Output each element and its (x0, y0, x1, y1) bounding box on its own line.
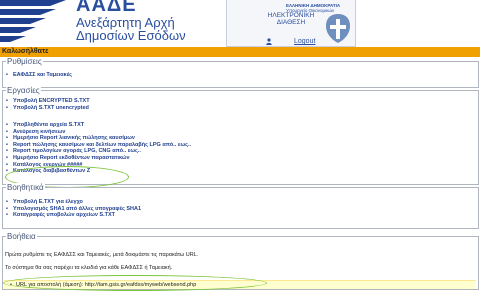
tasks-upload-list: Υποβολή ENCRYPTED S.TXT Υποβολή S.TXT un… (3, 98, 90, 111)
link-test-etxt[interactable]: Υποβολή Ε.ΤΧΤ για έλεγχο (3, 199, 141, 206)
greek-emblem-icon (326, 14, 350, 43)
settings-list: ΕΑΦΔΣΣ και Ταμειακές (3, 72, 72, 79)
portal-line2: ΔΙΑΘΕΣΗ (276, 19, 306, 26)
url-highlight-bar: URL για αποστολή (άμεση): http://tam.gsi… (4, 280, 476, 289)
user-icon (266, 38, 272, 45)
help-text-2: Το σύστημα θα σας παρέχει τα κλειδιά για… (5, 265, 173, 271)
link-eafdss-tameiakes[interactable]: ΕΑΦΔΣΣ και Ταμειακές (3, 72, 72, 79)
link-find-transactions[interactable]: Ανεύρεση κινήσεων (3, 129, 191, 136)
link-sha1-calc[interactable]: Υπολογισμός SHA1 από άλλες υπογραφές SHA… (3, 206, 141, 213)
site-header: ΑΑΔΕ Ανεξάρτητη Αρχή Δημοσίων Εσόδων ΕΛΛ… (0, 0, 480, 47)
section-tasks: Εργασίες Υποβολή ENCRYPTED S.TXT Υποβολή… (2, 86, 479, 185)
brand-subtitle: Ανεξάρτητη Αρχή Δημοσίων Εσόδων (76, 16, 186, 42)
aade-logo (0, 0, 66, 47)
brand-subtitle-line2: Δημοσίων Εσόδων (76, 28, 186, 43)
section-utilities-title: Βοηθητικά (6, 183, 45, 192)
help-text-1: Πρώτα ρυθμίστε τις ΕΑΦΔΣΣ και Ταμειακές,… (5, 252, 199, 258)
link-lpg-sales-report[interactable]: Report πώλησης καυσίμων και δελτίων παρα… (3, 142, 191, 149)
link-upload-unencrypted[interactable]: Υποβολή S.TXT unencrypted (3, 105, 90, 112)
link-active-list[interactable]: Κατάλογος ενεργών ##### (3, 162, 191, 169)
welcome-text: Καλωσήλθατε (2, 48, 49, 55)
tasks-report-list: Υποβληθέντα αρχεία S.TXT Ανεύρεση κινήσε… (3, 122, 191, 175)
welcome-bar: Καλωσήλθατε (0, 47, 480, 57)
portal-title: ΗΛΕΚΤΡΟΝΙΚΗ ΔΙΑΘΕΣΗ (260, 12, 322, 26)
section-settings: Ρυθμίσεις ΕΑΦΔΣΣ και Ταμειακές (2, 57, 479, 88)
section-help-title: Βοήθεια (6, 232, 37, 241)
section-tasks-title: Εργασίες (6, 86, 41, 95)
link-lpg-cng-invoices-report[interactable]: Report τιμολογίων αγοράς LPG, CNG από.. … (3, 148, 191, 155)
utilities-list: Υποβολή Ε.ΤΧΤ για έλεγχο Υπολογισμός SHA… (3, 199, 141, 219)
link-issued-documents-report[interactable]: Ημερήσιο Report εκδοθέντων παραστατικών (3, 155, 191, 162)
link-upload-log[interactable]: Καταγραφές υποβολών αρχείων S.TXT (3, 212, 141, 219)
link-submitted-files[interactable]: Υποβληθέντα αρχεία S.TXT (3, 122, 191, 129)
section-help: Βοήθεια Πρώτα ρυθμίστε τις ΕΑΦΔΣΣ και Τα… (2, 232, 479, 290)
link-upload-encrypted[interactable]: Υποβολή ENCRYPTED S.TXT (3, 98, 90, 105)
link-daily-fuel-report[interactable]: Ημερήσιο Report λιανικής πώλησης καυσίμω… (3, 135, 191, 142)
link-transmitted-z-list[interactable]: Κατάλογος διαβιβασθέντων Ζ (3, 168, 191, 175)
section-utilities: Βοηθητικά Υποβολή Ε.ΤΧΤ για έλεγχο Υπολο… (2, 183, 479, 229)
portal-line1: ΗΛΕΚΤΡΟΝΙΚΗ (267, 12, 315, 19)
logout-link[interactable]: Logout (294, 38, 315, 45)
section-settings-title: Ρυθμίσεις (6, 57, 43, 66)
url-send-item[interactable]: URL για αποστολή (άμεση): http://tam.gsi… (8, 282, 196, 289)
